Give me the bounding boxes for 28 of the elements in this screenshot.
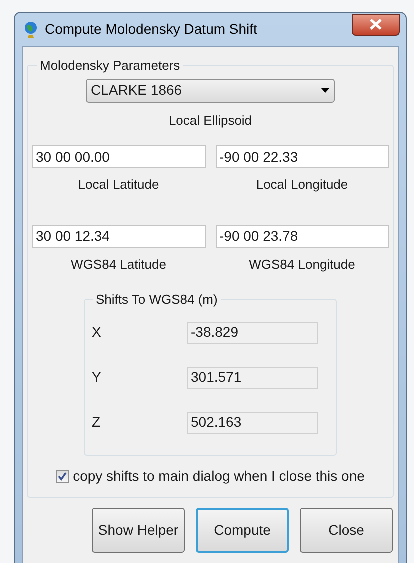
dialog-button[interactable]: Compute: [196, 508, 289, 553]
close-button[interactable]: [352, 14, 400, 36]
axis-label: Z: [92, 413, 101, 432]
field-label: WGS84 Longitude: [249, 256, 356, 274]
field-label: WGS84 Latitude: [71, 256, 166, 274]
group-title: Shifts To WGS84 (m): [95, 291, 219, 309]
shift-value-field: -38.829: [187, 322, 318, 344]
coordinate-field[interactable]: -90 00 22.33: [216, 145, 389, 168]
dialog-button[interactable]: Close: [300, 508, 393, 553]
field-label: Local Longitude: [256, 176, 348, 194]
shift-value-field: 502.163: [187, 412, 318, 434]
close-icon: [370, 19, 382, 30]
ellipsoid-dropdown[interactable]: CLARKE 1866: [86, 78, 335, 102]
axis-label: X: [92, 323, 102, 342]
field-label: Local Latitude: [78, 176, 160, 194]
dropdown-arrow-icon: [321, 88, 330, 93]
dialog-button[interactable]: Show Helper: [92, 508, 185, 553]
coordinate-field[interactable]: -90 00 23.78: [216, 224, 389, 248]
globe-icon: [23, 20, 39, 38]
field-label: Local Ellipsoid: [168, 112, 252, 130]
coordinate-field[interactable]: 30 00 12.34: [32, 224, 206, 248]
shift-value-field: 301.571: [187, 366, 318, 388]
group-title: Molodensky Parameters: [39, 57, 182, 75]
axis-label: Y: [92, 368, 102, 387]
checkbox-label: copy shifts to main dialog when I close this one: [73, 467, 365, 486]
coordinate-field[interactable]: 30 00 00.00: [32, 145, 206, 168]
window-title: Compute Molodensky Datum Shift: [45, 20, 258, 39]
checkbox[interactable]: [56, 470, 70, 483]
